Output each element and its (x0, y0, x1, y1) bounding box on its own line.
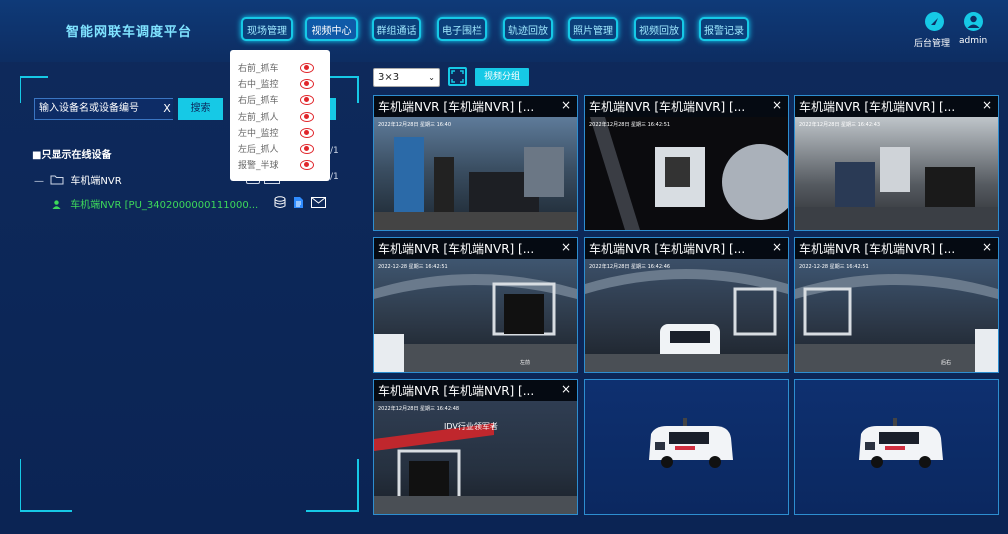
video-tile[interactable]: 车机端NVR [车机端NVR] [... × 2022-12-28 星期三 16… (794, 237, 999, 373)
nav-tab-alarm-records[interactable]: 报警记录 (699, 17, 749, 41)
video-timestamp: 2022年12月28日 星期三 16:42:51 (589, 122, 671, 128)
chevron-down-icon: ⌄ (428, 73, 435, 82)
channel-item-right-front[interactable]: 右前_抓车 (238, 61, 279, 74)
online-count: /1 (330, 146, 339, 156)
tree-node-label: 车机端NVR (70, 176, 122, 187)
device-search-input[interactable]: 输入设备名或设备编号 (34, 98, 173, 120)
user-name[interactable]: admin (959, 36, 987, 46)
online-only-checkbox[interactable]: ■只显示在线设备 (32, 146, 111, 161)
video-tile[interactable]: 车机端NVR [车机端NVR] [... × 2022年12月28日 星期三 1… (373, 95, 578, 231)
empty-video-tile[interactable] (584, 379, 789, 515)
close-icon[interactable]: × (772, 240, 782, 254)
channel-item-alarm-dome[interactable]: 报警_半球 (238, 158, 279, 171)
close-icon[interactable]: × (561, 240, 571, 254)
camera-position-label: 后右 (941, 360, 952, 366)
nav-tab-site-management[interactable]: 现场管理 (241, 17, 293, 41)
nav-tab-group-call[interactable]: 群组通话 (372, 17, 421, 41)
video-feed: 2022-12-28 星期三 16:42:51 左前 (374, 259, 577, 372)
close-icon[interactable]: × (561, 98, 571, 112)
video-tile-title: 车机端NVR [车机端NVR] [... (589, 242, 746, 256)
vehicle-placeholder-icon (649, 418, 733, 468)
clear-search-button[interactable]: X (160, 98, 174, 120)
database-icon[interactable] (274, 196, 286, 209)
folder-icon (50, 175, 64, 185)
nav-tab-video-center[interactable]: 视频中心 (305, 17, 358, 41)
camera-position-label: 左前 (520, 360, 531, 366)
device-label: 车机端NVR [PU_3402000000111000... (70, 200, 259, 211)
video-group-button[interactable]: 视频分组 (475, 68, 529, 86)
eye-icon[interactable] (300, 79, 314, 89)
eye-icon[interactable] (300, 95, 314, 105)
video-tile-title: 车机端NVR [车机端NVR] [... (378, 384, 535, 398)
user-avatar-icon[interactable] (964, 12, 983, 31)
channel-item-right-rear[interactable]: 右后_抓车 (238, 93, 279, 106)
channel-dropdown-menu: 右前_抓车 右中_监控 右后_抓车 左前_抓人 左中_监控 左后_抓人 报警_半… (230, 50, 330, 181)
empty-video-tile[interactable] (794, 379, 999, 515)
grid-layout-value: 3×3 (378, 72, 400, 83)
banner-text: IDV行业领军者 (444, 422, 498, 431)
eye-icon[interactable] (300, 63, 314, 73)
video-tile[interactable]: 车机端NVR [车机端NVR] [... × 2022年12月28日 星期三 1… (794, 95, 999, 231)
user-icon (52, 200, 61, 209)
online-only-label: 只显示在线设备 (41, 150, 112, 161)
close-icon[interactable]: × (982, 240, 992, 254)
fullscreen-icon[interactable] (448, 67, 467, 86)
video-tile[interactable]: 车机端NVR [车机端NVR] [... × 2022年12月28日 星期三 1… (373, 379, 578, 515)
channel-item-right-middle[interactable]: 右中_监控 (238, 77, 279, 90)
nvr-online-count: /1 (330, 172, 339, 182)
video-tile-title: 车机端NVR [车机端NVR] [... (378, 100, 535, 114)
video-tile-title: 车机端NVR [车机端NVR] [... (799, 100, 956, 114)
tree-node-nvr-group[interactable]: — 车机端NVR (34, 172, 122, 187)
vehicle-placeholder-icon (859, 418, 943, 468)
collapse-icon[interactable]: — (34, 176, 44, 187)
video-timestamp: 2022年12月28日 星期三 16:42:48 (378, 406, 460, 412)
video-tile-title: 车机端NVR [车机端NVR] [... (589, 100, 746, 114)
close-icon[interactable]: × (561, 382, 571, 396)
eye-icon[interactable] (300, 128, 314, 138)
video-feed: 2022年12月28日 星期三 16:42:46 (585, 259, 788, 372)
tree-node-device[interactable]: 车机端NVR [PU_3402000000111000... (52, 196, 258, 211)
channel-item-left-front[interactable]: 左前_抓人 (238, 110, 279, 123)
video-feed: 2022年12月28日 星期三 16:40 (374, 117, 577, 230)
backend-management-icon[interactable] (925, 12, 944, 31)
video-timestamp: 2022-12-28 星期三 16:42:51 (378, 264, 448, 270)
video-timestamp: 2022年12月28日 星期三 16:42:43 (799, 122, 881, 128)
video-tile[interactable]: 车机端NVR [车机端NVR] [... × 2022年12月28日 星期三 1… (584, 95, 789, 231)
close-icon[interactable]: × (982, 98, 992, 112)
video-feed: 2022年12月28日 星期三 16:42:51 (585, 117, 788, 230)
video-feed: 2022年12月28日 星期三 16:42:48 IDV行业领军者 (374, 401, 577, 514)
close-icon[interactable]: × (772, 98, 782, 112)
nav-tab-photo-management[interactable]: 照片管理 (568, 17, 618, 41)
document-icon[interactable] (293, 196, 304, 209)
video-tile-title: 车机端NVR [车机端NVR] [... (378, 242, 535, 256)
eye-icon[interactable] (300, 112, 314, 122)
grid-layout-select[interactable]: 3×3 ⌄ (373, 68, 440, 87)
nav-tab-track-playback[interactable]: 轨迹回放 (503, 17, 553, 41)
channel-item-left-rear[interactable]: 左后_抓人 (238, 142, 279, 155)
search-button[interactable]: 搜索 (178, 98, 223, 120)
nav-tab-video-playback[interactable]: 视频回放 (634, 17, 684, 41)
channel-item-left-middle[interactable]: 左中_监控 (238, 126, 279, 139)
video-tile[interactable]: 车机端NVR [车机端NVR] [... × 2022年12月28日 星期三 1… (584, 237, 789, 373)
mail-icon[interactable] (311, 197, 326, 208)
app-title: 智能网联车调度平台 (66, 25, 193, 40)
video-tile-title: 车机端NVR [车机端NVR] [... (799, 242, 956, 256)
video-feed: 2022-12-28 星期三 16:42:51 后右 (795, 259, 998, 372)
video-feed: 2022年12月28日 星期三 16:42:43 (795, 117, 998, 230)
nav-tab-geofence[interactable]: 电子围栏 (437, 17, 487, 41)
eye-icon[interactable] (300, 160, 314, 170)
video-tile[interactable]: 车机端NVR [车机端NVR] [... × 2022-12-28 星期三 16… (373, 237, 578, 373)
video-timestamp: 2022年12月28日 星期三 16:42:46 (589, 264, 671, 270)
video-timestamp: 2022年12月28日 星期三 16:40 (378, 122, 452, 128)
video-timestamp: 2022-12-28 星期三 16:42:51 (799, 264, 869, 270)
eye-icon[interactable] (300, 144, 314, 154)
backend-management-label[interactable]: 后台管理 (914, 36, 950, 49)
